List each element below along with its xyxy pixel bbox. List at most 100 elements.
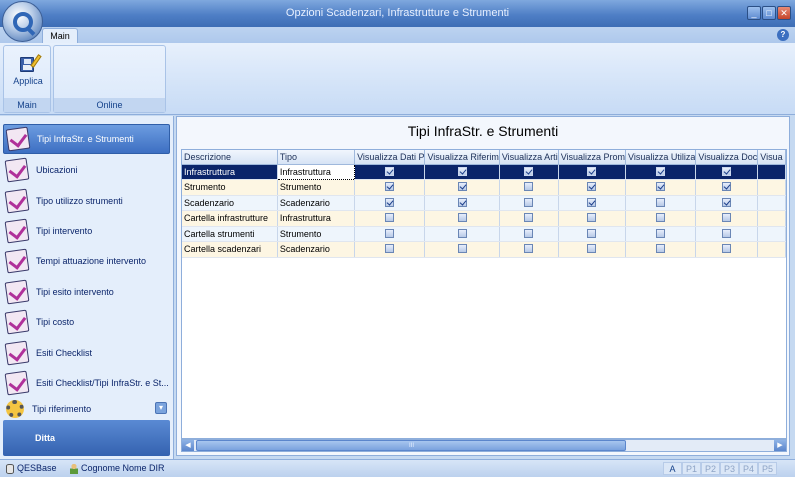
checkbox-checked[interactable] bbox=[587, 182, 597, 192]
sidebar-footer-ditta[interactable]: Ditta bbox=[3, 420, 170, 456]
sidebar-item-tempi-attuazione[interactable]: Tempi attuazione intervento bbox=[3, 246, 170, 276]
status-panel-p4[interactable]: P4 bbox=[739, 462, 758, 475]
cell-checkbox bbox=[424, 179, 500, 196]
save-apply-icon bbox=[18, 54, 42, 74]
checkbox-unchecked[interactable] bbox=[524, 197, 534, 207]
checkbox-checked[interactable] bbox=[722, 182, 732, 192]
close-button[interactable]: ✕ bbox=[777, 6, 791, 20]
cell-tipo[interactable]: Infrastruttura bbox=[277, 210, 356, 227]
scrollbar-thumb[interactable]: III bbox=[196, 440, 626, 451]
checkbox-unchecked[interactable] bbox=[656, 197, 666, 207]
cell-checkbox bbox=[625, 195, 697, 211]
checkbox-checked[interactable] bbox=[587, 166, 597, 176]
cell-descrizione[interactable]: Cartella strumenti bbox=[182, 226, 278, 242]
table-row[interactable]: Cartella infrastrutture Infrastruttura bbox=[182, 210, 786, 227]
sidebar-item-ubicazioni[interactable]: Ubicazioni bbox=[3, 155, 170, 185]
status-panel-p3[interactable]: P3 bbox=[720, 462, 739, 475]
checkbox-unchecked[interactable] bbox=[385, 244, 395, 254]
sidebar-item-esiti-checklist[interactable]: Esiti Checklist bbox=[3, 338, 170, 368]
table-row[interactable]: Strumento Strumento bbox=[182, 179, 786, 196]
column-header[interactable]: Visua bbox=[757, 150, 786, 165]
cell-tipo[interactable]: Scadenzario bbox=[277, 195, 356, 211]
checkbox-unchecked[interactable] bbox=[722, 244, 732, 254]
checkbox-checked[interactable] bbox=[385, 166, 395, 176]
sidebar-item-tipi-intervento[interactable]: Tipi intervento bbox=[3, 216, 170, 246]
checkbox-unchecked[interactable] bbox=[457, 213, 467, 223]
cell-tipo[interactable]: Scadenzario bbox=[277, 241, 356, 258]
checkbox-unchecked[interactable] bbox=[385, 213, 395, 223]
checkbox-checked[interactable] bbox=[587, 197, 597, 207]
sidebar-item-tipi-esito[interactable]: Tipi esito intervento bbox=[3, 277, 170, 307]
checkbox-unchecked[interactable] bbox=[656, 244, 666, 254]
table-row[interactable]: Scadenzario Scadenzario bbox=[182, 195, 786, 211]
checkbox-unchecked[interactable] bbox=[457, 244, 467, 254]
maximize-button[interactable]: □ bbox=[762, 6, 776, 20]
checkbox-checked[interactable] bbox=[457, 166, 467, 176]
cell-descrizione[interactable]: Strumento bbox=[182, 179, 278, 196]
sidebar-item-esiti-checklist-tipi[interactable]: Esiti Checklist/Tipi InfraStr. e St... bbox=[3, 368, 170, 398]
column-header[interactable]: Visualizza Utiliza bbox=[625, 150, 697, 165]
cell-tipo[interactable]: Strumento bbox=[277, 226, 356, 242]
column-header[interactable]: Visualizza Dati P bbox=[354, 150, 426, 165]
minimize-button[interactable]: _ bbox=[747, 6, 761, 20]
applica-button[interactable]: Applica bbox=[8, 52, 48, 92]
checkbox-unchecked[interactable] bbox=[587, 213, 597, 223]
checkbox-checked[interactable] bbox=[722, 197, 732, 207]
sidebar-item-tipi-infrastr[interactable]: Tipi InfraStr. e Strumenti bbox=[3, 124, 170, 154]
table-row[interactable]: Cartella strumenti Strumento bbox=[182, 226, 786, 242]
column-header[interactable]: Visualizza Arti bbox=[499, 150, 559, 165]
column-header[interactable]: Tipo bbox=[277, 150, 356, 165]
checkbox-unchecked[interactable] bbox=[656, 228, 666, 238]
column-header[interactable]: Visualizza Riferim bbox=[424, 150, 500, 165]
checkbox-unchecked[interactable] bbox=[524, 213, 534, 223]
checkbox-unchecked[interactable] bbox=[722, 228, 732, 238]
checkbox-unchecked[interactable] bbox=[587, 228, 597, 238]
sidebar-item-tipi-costo[interactable]: Tipi costo bbox=[3, 307, 170, 337]
status-panel-a[interactable]: A bbox=[663, 462, 682, 475]
help-icon[interactable]: ? bbox=[777, 29, 789, 41]
checkbox-checked[interactable] bbox=[722, 166, 732, 176]
cell-descrizione[interactable]: Infrastruttura bbox=[182, 164, 278, 180]
checkbox-checked[interactable] bbox=[457, 182, 467, 192]
checkbox-unchecked[interactable] bbox=[457, 228, 467, 238]
checkbox-unchecked[interactable] bbox=[524, 182, 534, 192]
checkbox-checked[interactable] bbox=[385, 182, 395, 192]
status-panel-p1[interactable]: P1 bbox=[682, 462, 701, 475]
checkbox-unchecked[interactable] bbox=[587, 244, 597, 254]
sidebar-item-tipo-utilizzo[interactable]: Tipo utilizzo strumenti bbox=[3, 186, 170, 216]
checkbox-unchecked[interactable] bbox=[524, 228, 534, 238]
checkbox-unchecked[interactable] bbox=[722, 213, 732, 223]
horizontal-scrollbar[interactable]: ◀ III ▶ bbox=[181, 439, 787, 452]
checkbox-checked[interactable] bbox=[524, 166, 534, 176]
checkbox-checked[interactable] bbox=[457, 197, 467, 207]
cell-checkbox bbox=[695, 226, 759, 242]
checkbox-unchecked[interactable] bbox=[656, 213, 666, 223]
column-header[interactable]: Descrizione bbox=[182, 150, 278, 165]
column-header[interactable]: Visualizza Doc bbox=[695, 150, 759, 165]
checkbox-unchecked[interactable] bbox=[385, 228, 395, 238]
checkbox-checked[interactable] bbox=[385, 197, 395, 207]
checkbox-unchecked[interactable] bbox=[524, 244, 534, 254]
checkbox-checked[interactable] bbox=[656, 166, 666, 176]
sidebar-item-tipi-riferimento[interactable]: Tipi riferimento bbox=[3, 398, 170, 420]
cell-tipo[interactable]: Infrastruttura bbox=[276, 163, 356, 180]
sidebar-expand-button[interactable]: ▾ bbox=[155, 402, 167, 414]
status-panel-p2[interactable]: P2 bbox=[701, 462, 720, 475]
cell-descrizione[interactable]: Scadenzario bbox=[182, 195, 278, 211]
sidebar-item-label: Ubicazioni bbox=[36, 165, 78, 175]
cell-checkbox bbox=[558, 179, 627, 196]
status-panel-p5[interactable]: P5 bbox=[758, 462, 777, 475]
cell-descrizione[interactable]: Cartella scadenzari bbox=[182, 241, 278, 258]
table-row[interactable]: Infrastruttura Infrastruttura bbox=[182, 163, 786, 180]
title-bar[interactable]: Opzioni Scadenzari, Infrastrutture e Str… bbox=[0, 0, 795, 27]
scroll-right-icon[interactable]: ▶ bbox=[774, 440, 786, 451]
ribbon-group-main: Applica Main bbox=[3, 45, 51, 113]
tab-main[interactable]: Main bbox=[42, 28, 78, 43]
column-header[interactable]: Visualizza Prom bbox=[558, 150, 627, 165]
scroll-left-icon[interactable]: ◀ bbox=[182, 440, 194, 451]
cell-descrizione[interactable]: Cartella infrastrutture bbox=[182, 210, 278, 227]
application-menu-button[interactable] bbox=[2, 1, 43, 42]
cell-tipo[interactable]: Strumento bbox=[277, 179, 356, 196]
table-row[interactable]: Cartella scadenzari Scadenzario bbox=[182, 241, 786, 258]
checkbox-checked[interactable] bbox=[656, 182, 666, 192]
